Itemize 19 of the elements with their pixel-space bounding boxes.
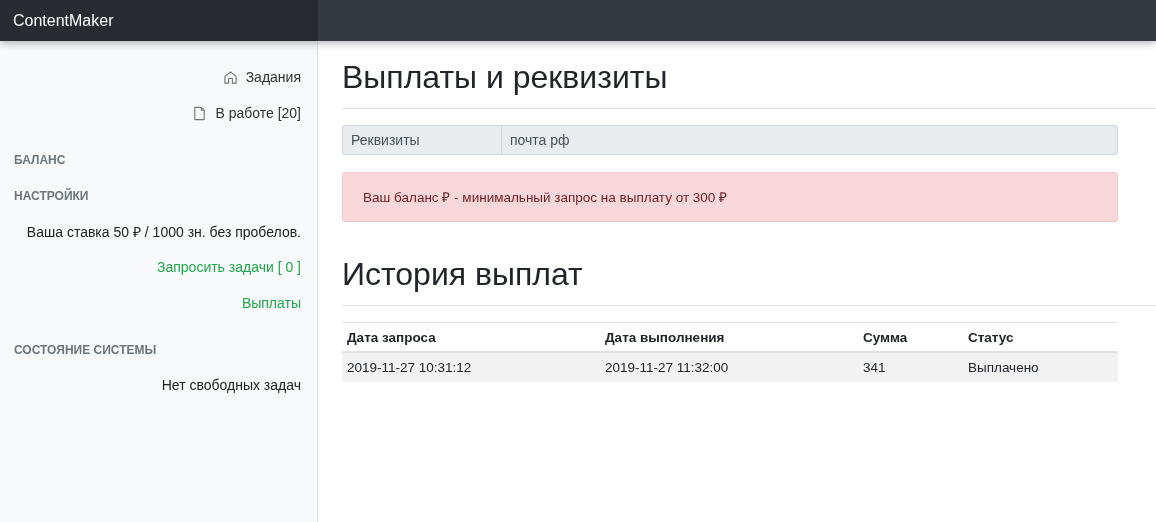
brand-link[interactable]: ContentMaker (13, 11, 114, 30)
sidebar-text: Ваша ставка 50 ₽ / 1000 зн. без пробелов. (26, 222, 301, 241)
table-cell: Выплачено (963, 353, 1118, 382)
nav-link[interactable]: Задания (222, 69, 301, 85)
nav-link[interactable]: В работе [20] (192, 105, 301, 121)
field-value: почта рф (509, 132, 570, 148)
section-heading: СОСТОЯНИЕ СИСТЕМЫ (14, 343, 157, 357)
sidebar-text: Нет свободных задач (161, 377, 301, 393)
field-label: Реквизиты (343, 126, 502, 154)
page-title: Выплаты и реквизиты (342, 58, 669, 97)
section-title: История выплат (342, 255, 584, 294)
house-icon (222, 69, 238, 85)
table-cell: 2019-11-27 10:31:12 (342, 353, 600, 382)
table-cell: 341 (858, 353, 963, 382)
section-heading: НАСТРОЙКИ (14, 189, 89, 203)
file-icon (192, 105, 208, 121)
table-cell: 2019-11-27 11:32:00 (600, 353, 858, 382)
section-heading: БАЛАНС (14, 153, 66, 167)
balance-alert: Ваш баланс ₽ - минимальный запрос на выплату от 300 ₽ (342, 172, 1118, 222)
